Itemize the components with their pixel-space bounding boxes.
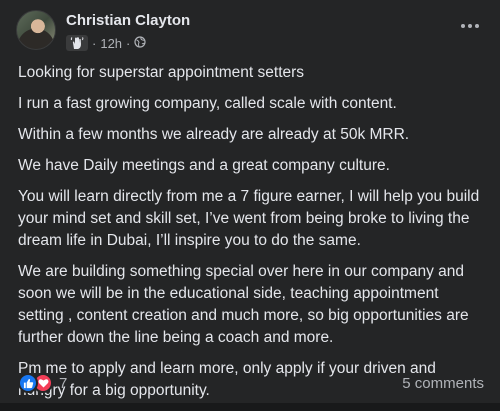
- post-card: Christian Clayton · 12h · Looking for su…: [0, 0, 500, 403]
- author-name[interactable]: Christian Clayton: [66, 12, 190, 29]
- separator: ·: [92, 35, 97, 51]
- post-footer: 7 5 comments: [18, 371, 484, 395]
- post-body: Looking for superstar appointment setter…: [18, 62, 484, 411]
- post-paragraph: We have Daily meetings and a great compa…: [18, 157, 390, 174]
- reactions-summary[interactable]: 7: [18, 373, 67, 393]
- post-paragraph: You will learn directly from me a 7 figu…: [18, 188, 480, 249]
- separator: ·: [126, 35, 131, 51]
- comments-link[interactable]: 5 comments: [402, 375, 484, 392]
- post-meta: · 12h ·: [66, 34, 146, 52]
- more-options-icon[interactable]: [456, 16, 484, 36]
- post-header: Christian Clayton · 12h ·: [16, 10, 484, 54]
- waving-hand-icon: [66, 35, 88, 51]
- avatar[interactable]: [16, 10, 56, 50]
- post-paragraph: Within a few months we already are alrea…: [18, 126, 410, 143]
- post-paragraph: I run a fast growing company, called sca…: [18, 95, 397, 112]
- like-icon: [18, 373, 38, 393]
- globe-icon: [134, 35, 146, 51]
- post-time[interactable]: 12h: [100, 36, 122, 51]
- post-paragraph: We are building something special over h…: [18, 263, 469, 346]
- reaction-count: 7: [59, 374, 68, 392]
- post-paragraph: Looking for superstar appointment setter…: [18, 64, 305, 81]
